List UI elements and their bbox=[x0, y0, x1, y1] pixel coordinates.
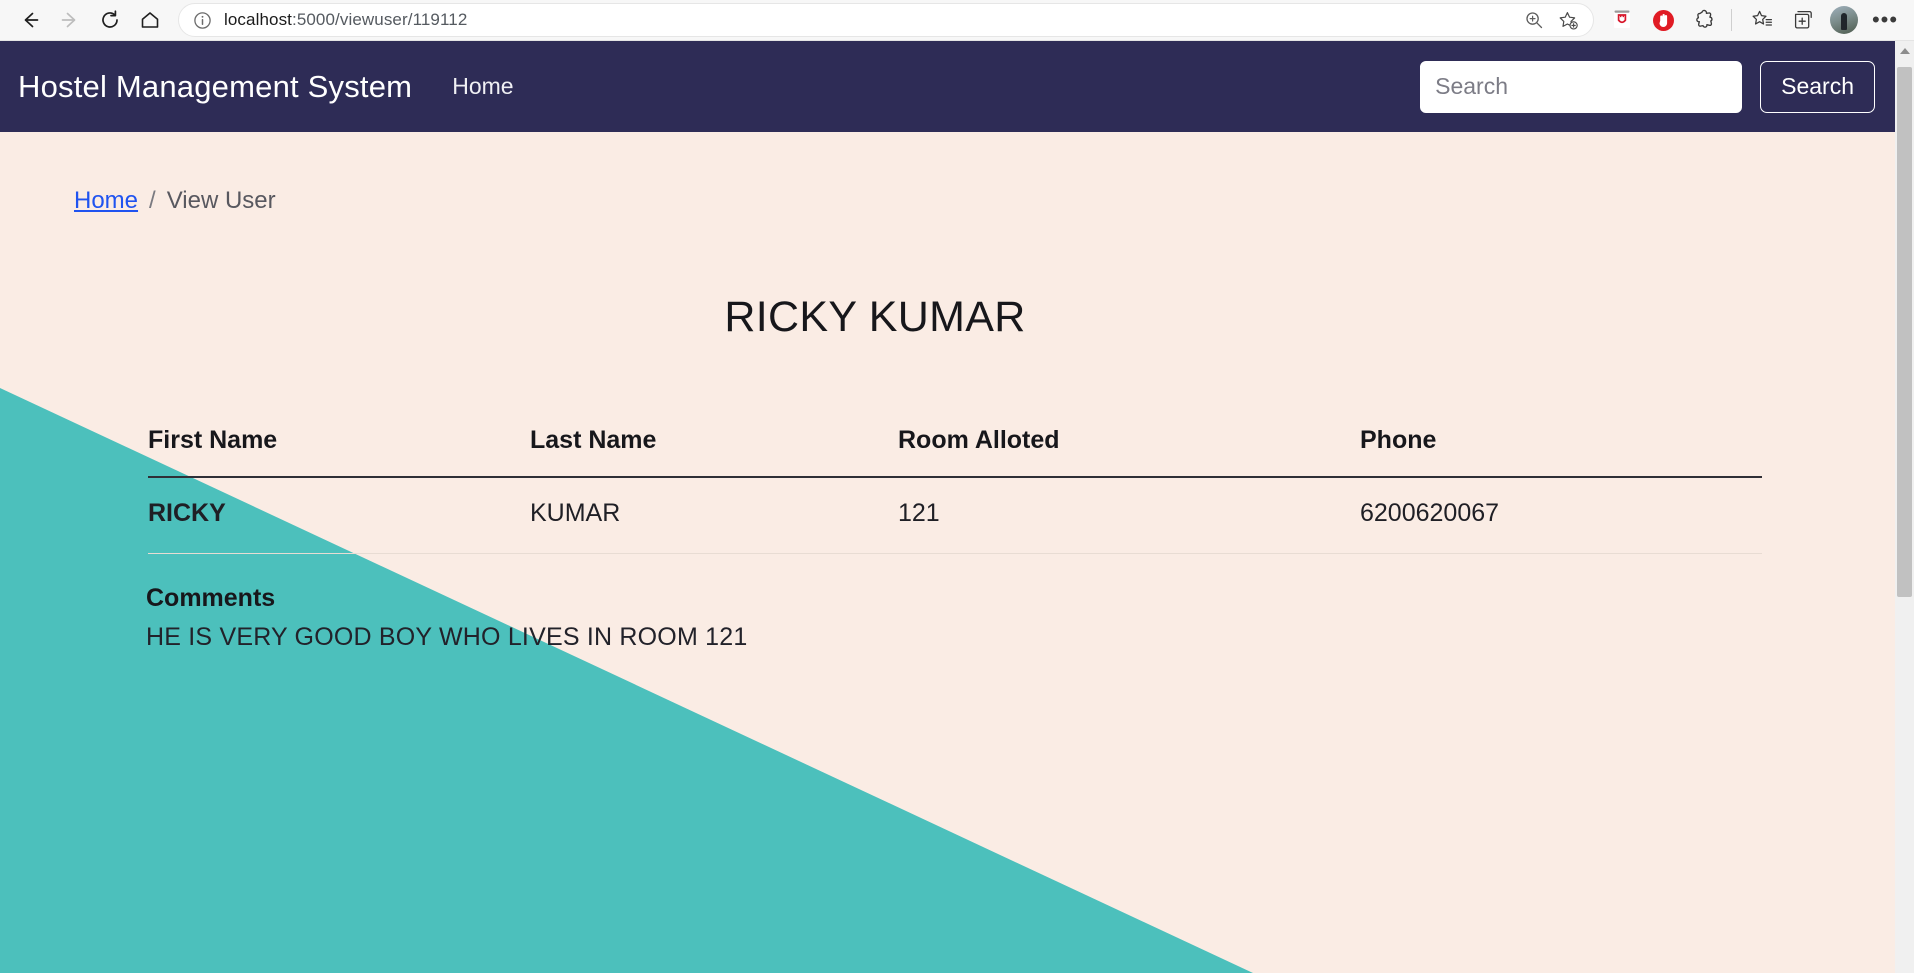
add-favorite-star-icon bbox=[1559, 11, 1578, 30]
table-row: RICKY KUMAR 121 6200620067 bbox=[148, 477, 1762, 554]
page-viewport: Hostel Management System Home Search Hom… bbox=[0, 41, 1914, 973]
back-button[interactable] bbox=[10, 0, 50, 40]
search-button[interactable]: Search bbox=[1760, 60, 1875, 113]
profile-avatar-icon bbox=[1830, 6, 1858, 34]
browser-toolbar: localhost:5000/viewuser/119112 ••• bbox=[0, 0, 1914, 41]
table-header-row: First Name Last Name Room Alloted Phone bbox=[148, 426, 1762, 478]
site-info-icon[interactable] bbox=[193, 11, 212, 30]
cell-first-name: RICKY bbox=[148, 477, 530, 554]
user-table-body: RICKY KUMAR 121 6200620067 bbox=[148, 477, 1762, 554]
zoom-button[interactable] bbox=[1517, 5, 1551, 35]
user-table: First Name Last Name Room Alloted Phone … bbox=[148, 426, 1762, 554]
settings-more-icon: ••• bbox=[1871, 7, 1899, 32]
refresh-icon bbox=[102, 10, 118, 28]
settings-menu-button[interactable]: ••• bbox=[1866, 1, 1904, 39]
add-favorite-button[interactable] bbox=[1551, 5, 1585, 35]
column-header-room-alloted: Room Alloted bbox=[898, 426, 1360, 478]
column-header-first-name: First Name bbox=[148, 426, 530, 478]
site-navbar: Hostel Management System Home Search bbox=[0, 41, 1895, 132]
forward-button[interactable] bbox=[50, 0, 90, 40]
scrollbar-thumb[interactable] bbox=[1897, 67, 1912, 597]
back-arrow-icon bbox=[24, 12, 39, 28]
collections-icon bbox=[1794, 10, 1812, 29]
breadcrumb-separator: / bbox=[149, 187, 156, 214]
cell-last-name: KUMAR bbox=[530, 477, 898, 554]
extensions-puzzle-icon bbox=[1695, 9, 1713, 28]
page-scrollbar[interactable] bbox=[1895, 41, 1914, 973]
profile-button[interactable] bbox=[1825, 1, 1863, 39]
page-title: RICKY KUMAR bbox=[724, 293, 1026, 341]
forward-arrow-icon bbox=[61, 12, 76, 28]
chevron-up-icon bbox=[1899, 48, 1910, 54]
cell-room-alloted: 121 bbox=[898, 477, 1360, 554]
extensions-button[interactable] bbox=[1685, 1, 1723, 39]
shield-extension-button[interactable] bbox=[1603, 1, 1641, 39]
collections-button[interactable] bbox=[1784, 1, 1822, 39]
home-button[interactable] bbox=[130, 0, 170, 40]
home-icon bbox=[141, 12, 159, 28]
user-table-head: First Name Last Name Room Alloted Phone bbox=[148, 426, 1762, 478]
column-header-last-name: Last Name bbox=[530, 426, 898, 478]
comments-title: Comments bbox=[146, 584, 276, 612]
comments-text: HE IS VERY GOOD BOY WHO LIVES IN ROOM 12… bbox=[146, 623, 748, 651]
scrollbar-up-button[interactable] bbox=[1895, 41, 1914, 61]
nav-link-home[interactable]: Home bbox=[452, 73, 513, 100]
search-input[interactable] bbox=[1420, 60, 1743, 113]
toolbar-divider bbox=[1731, 9, 1732, 31]
user-table-container: First Name Last Name Room Alloted Phone … bbox=[148, 426, 1762, 554]
breadcrumb: Home / View User bbox=[74, 187, 276, 215]
adblock-stop-icon bbox=[1652, 9, 1674, 31]
comments-section: Comments HE IS VERY GOOD BOY WHO LIVES I… bbox=[146, 584, 1895, 652]
column-header-phone: Phone bbox=[1360, 426, 1762, 478]
refresh-button[interactable] bbox=[90, 0, 130, 40]
breadcrumb-link-home[interactable]: Home bbox=[74, 187, 138, 215]
adblock-button[interactable] bbox=[1644, 1, 1682, 39]
favorites-list-icon bbox=[1752, 10, 1773, 26]
breadcrumb-current: View User bbox=[166, 187, 276, 214]
url-host: localhost bbox=[224, 10, 292, 29]
zoom-magnifier-icon bbox=[1526, 12, 1543, 29]
cell-phone: 6200620067 bbox=[1360, 477, 1762, 554]
url-path: :5000/viewuser/119112 bbox=[292, 10, 468, 29]
address-bar[interactable]: localhost:5000/viewuser/119112 bbox=[178, 3, 1594, 37]
page-content: Home / View User RICKY KUMAR First Name … bbox=[0, 187, 1895, 652]
shield-extension-icon bbox=[1614, 10, 1630, 28]
url-text[interactable]: localhost:5000/viewuser/119112 bbox=[224, 10, 1517, 30]
site-brand[interactable]: Hostel Management System bbox=[18, 69, 412, 105]
favorites-button[interactable] bbox=[1743, 1, 1781, 39]
